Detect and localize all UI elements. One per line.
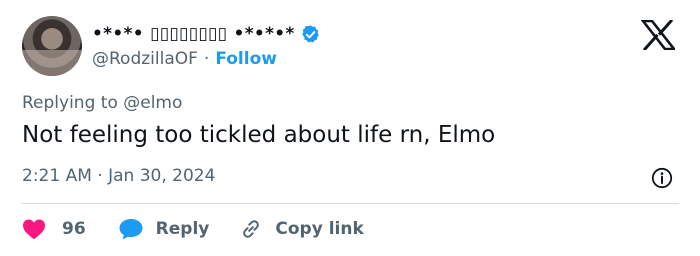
display-name[interactable]: •*•*• ▯▯▯▯▯▯▯▯ •*•*•* xyxy=(92,24,295,44)
heart-icon[interactable] xyxy=(22,218,46,240)
avatar-shade xyxy=(22,50,82,76)
reply-bubble-icon[interactable] xyxy=(118,217,144,241)
author-handle-row: @RodzillaOF · Follow xyxy=(92,47,277,71)
avatar[interactable] xyxy=(22,16,82,76)
follow-button[interactable]: Follow xyxy=(215,49,277,69)
author-handle[interactable]: @RodzillaOF xyxy=(92,49,198,69)
info-icon[interactable] xyxy=(651,167,673,189)
reply-button[interactable]: Reply xyxy=(156,219,210,239)
verified-badge-icon xyxy=(300,24,321,45)
author-name-row: •*•*• ▯▯▯▯▯▯▯▯ •*•*•* xyxy=(92,22,321,46)
handle-separator: · xyxy=(203,49,210,69)
action-bar: 96 Reply Copy link xyxy=(22,215,364,243)
tweet-text: Not feeling too tickled about life rn, E… xyxy=(22,122,496,148)
link-icon[interactable] xyxy=(239,217,263,241)
divider xyxy=(22,203,679,204)
tweet-timestamp[interactable]: 2:21 AM · Jan 30, 2024 xyxy=(22,166,215,186)
replying-to: Replying to @elmo xyxy=(22,93,183,113)
x-logo-icon[interactable] xyxy=(640,18,677,52)
like-count[interactable]: 96 xyxy=(62,219,86,239)
copy-link-button[interactable]: Copy link xyxy=(275,219,363,239)
